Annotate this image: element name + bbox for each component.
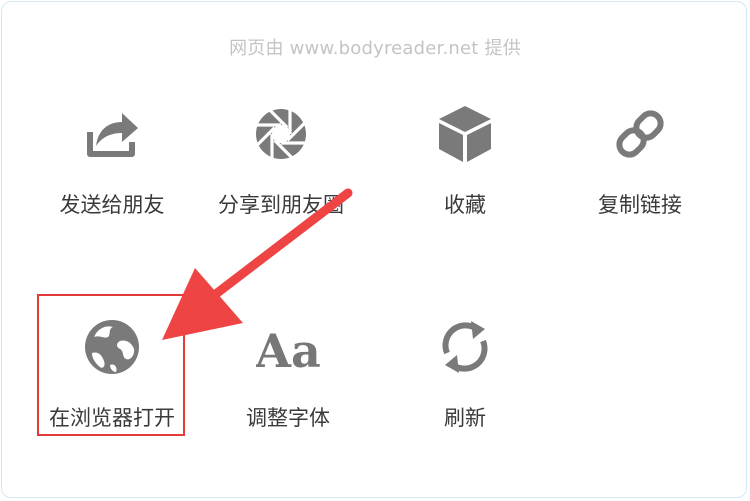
adjust-font-button[interactable]: Aa 调整字体 xyxy=(203,315,373,435)
refresh-button[interactable]: 刷新 xyxy=(380,315,550,435)
font-size-glyph: Aa xyxy=(256,324,320,378)
font-size-icon: Aa xyxy=(256,315,320,379)
moments-shutter-icon xyxy=(249,102,313,166)
action-label: 复制链接 xyxy=(598,193,682,217)
action-label: 在浏览器打开 xyxy=(49,406,175,430)
copy-link-button[interactable]: 复制链接 xyxy=(555,102,725,222)
action-label: 分享到朋友圈 xyxy=(218,193,344,217)
action-label: 调整字体 xyxy=(246,406,330,430)
open-in-browser-button[interactable]: 在浏览器打开 xyxy=(27,315,197,435)
page-provider-text: 网页由 www.bodyreader.net 提供 xyxy=(229,38,521,59)
send-to-friend-button[interactable]: 发送给朋友 xyxy=(27,102,197,222)
refresh-icon xyxy=(433,315,497,379)
share-to-moments-button[interactable]: 分享到朋友圈 xyxy=(196,102,366,222)
share-action-sheet: 网页由 www.bodyreader.net 提供 发送给朋友 分享到朋友圈 收… xyxy=(1,1,747,498)
favorites-cube-icon xyxy=(433,102,497,166)
action-label: 刷新 xyxy=(444,406,486,430)
action-label: 发送给朋友 xyxy=(59,193,165,217)
link-icon xyxy=(608,102,672,166)
globe-icon xyxy=(80,315,144,379)
favorite-button[interactable]: 收藏 xyxy=(380,102,550,222)
share-forward-icon xyxy=(80,102,144,166)
action-label: 收藏 xyxy=(444,193,486,217)
